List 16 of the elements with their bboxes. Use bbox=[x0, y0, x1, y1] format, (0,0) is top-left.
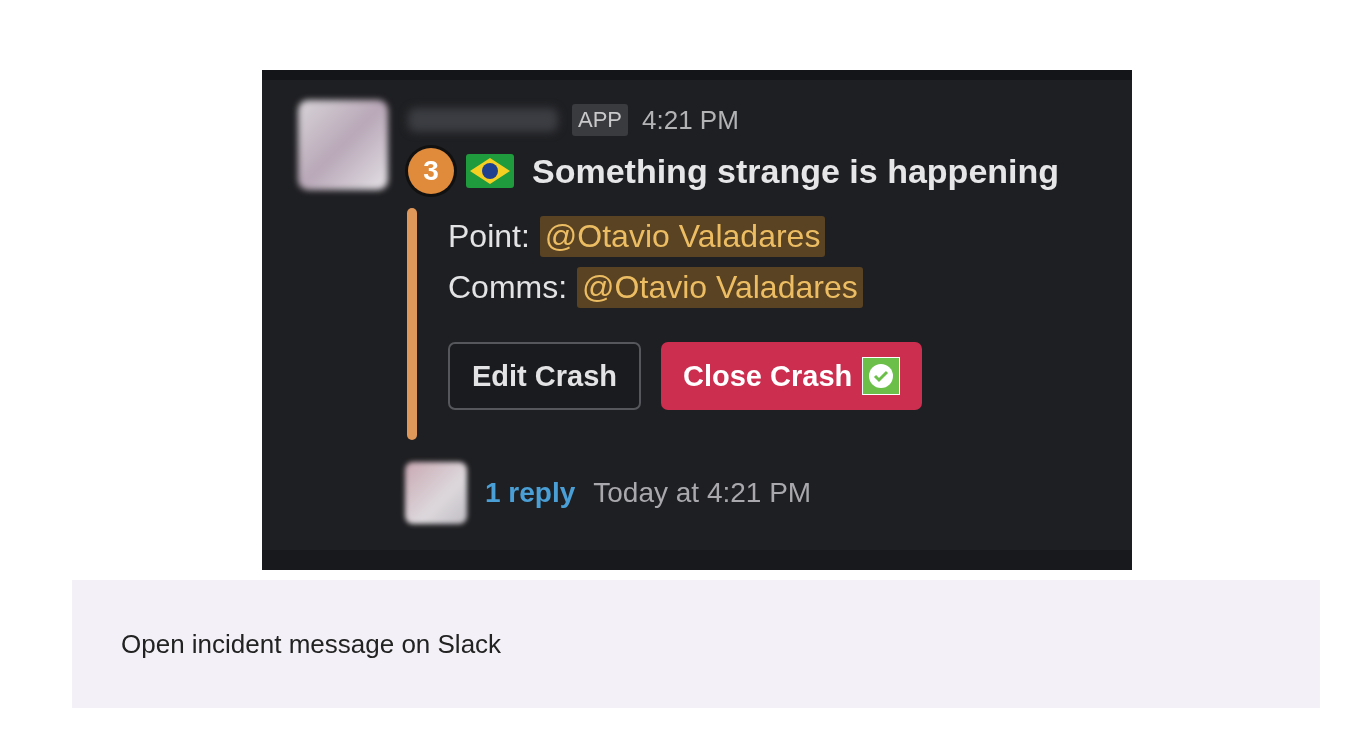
close-button[interactable]: Close Crash bbox=[661, 342, 923, 410]
user-mention[interactable]: @Otavio Valadares bbox=[539, 216, 826, 257]
app-badge: APP bbox=[572, 104, 629, 136]
field-label: Comms: bbox=[448, 269, 568, 306]
incident-number-badge: 3 bbox=[408, 148, 454, 194]
message-title: Something strange is happening bbox=[532, 151, 1060, 191]
caption-text: Open incident message on Slack bbox=[121, 628, 502, 660]
reply-link[interactable]: 1 reply bbox=[485, 477, 576, 509]
blurred-avatar bbox=[405, 462, 467, 524]
flag-icon bbox=[466, 154, 514, 188]
reply-timestamp: Today at 4:21 PM bbox=[593, 477, 812, 509]
message-time: 4:21 PM bbox=[642, 104, 739, 136]
edit-button[interactable]: Edit Crash bbox=[448, 342, 642, 410]
field-label: Point: bbox=[448, 218, 530, 255]
user-mention[interactable]: @Otavio Valadares bbox=[577, 267, 863, 308]
check-icon bbox=[862, 357, 901, 395]
